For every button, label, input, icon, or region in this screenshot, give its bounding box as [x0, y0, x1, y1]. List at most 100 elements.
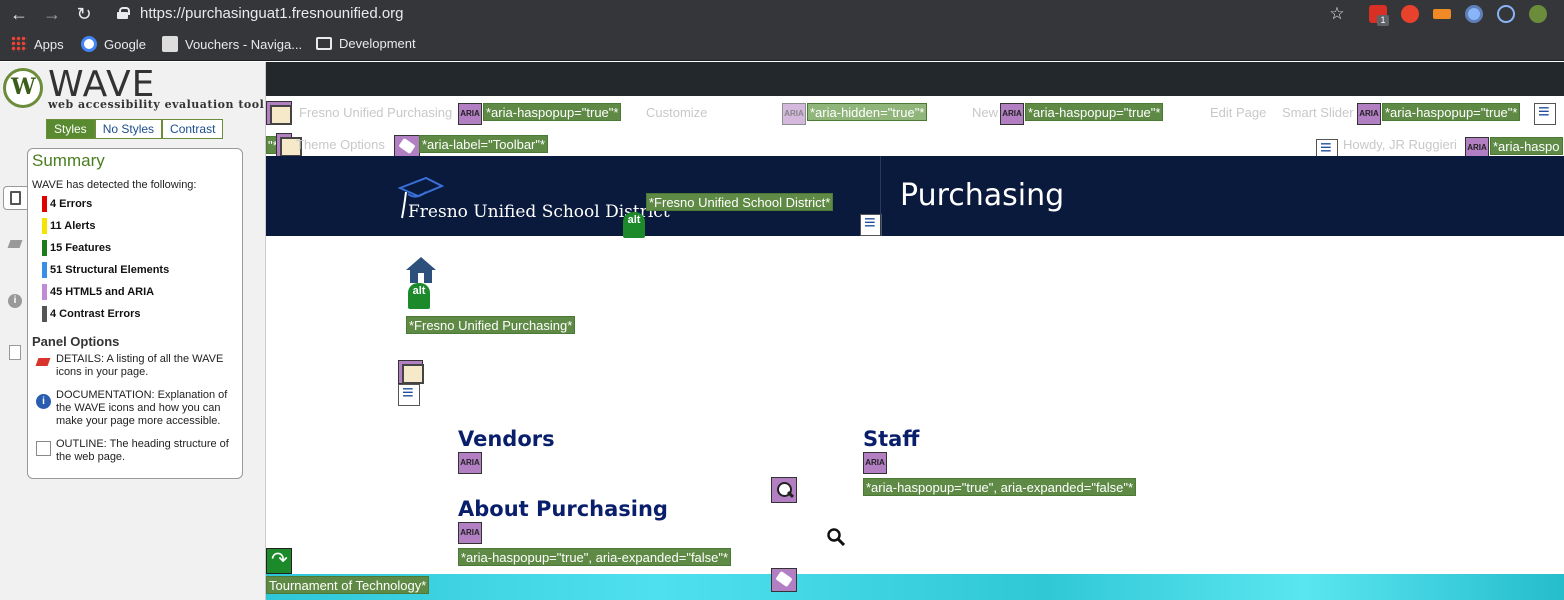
- list-structure-icon: [1534, 101, 1556, 125]
- forward-arrow-icon[interactable]: →: [42, 4, 62, 24]
- stop-hand-icon[interactable]: [1401, 5, 1419, 23]
- hero-slider[interactable]: [266, 574, 1564, 600]
- errors-color-bar: [42, 196, 47, 212]
- admin-smart-slider[interactable]: Smart Slider: [1282, 105, 1354, 120]
- aria-icon: ARIA: [458, 103, 482, 125]
- outline-document-icon-small: [36, 441, 51, 456]
- admin-new[interactable]: New: [972, 105, 998, 120]
- search-icon[interactable]: [827, 528, 845, 546]
- summary-title: Summary: [32, 151, 105, 170]
- documentation-info-icon-small: i: [36, 394, 51, 409]
- bookmarks-bar: Apps Google Vouchers - Naviga... Develop…: [0, 28, 1564, 61]
- bookmark-google[interactable]: Google: [81, 36, 146, 52]
- wave-subtitle: web accessibility evaluation tool: [48, 98, 265, 111]
- alt-text-icon: alt: [623, 212, 645, 238]
- bookmark-apps[interactable]: Apps: [11, 36, 64, 52]
- address-bar[interactable]: https://purchasinguat1.fresnounified.org: [140, 5, 404, 22]
- aria-icon: ARIA: [458, 452, 482, 474]
- tab-contrast[interactable]: Contrast: [162, 119, 224, 139]
- wave-view-tabs: Styles No Styles Contrast: [46, 119, 224, 139]
- annotation-purchasing-alt: *Fresno Unified Purchasing*: [406, 316, 576, 334]
- back-arrow-icon[interactable]: ←: [9, 4, 29, 24]
- page-icon: [162, 36, 178, 52]
- star-icon[interactable]: ☆: [1327, 4, 1347, 24]
- aria-icon-faded: ARIA: [782, 103, 806, 125]
- option-documentation[interactable]: DOCUMENTATION: Explanation of the WAVE i…: [56, 389, 234, 428]
- count-aria[interactable]: 45 HTML5 and ARIA: [42, 284, 154, 300]
- search-structure-icon: [771, 477, 797, 503]
- documentation-info-icon[interactable]: i: [6, 292, 24, 310]
- page-title: Purchasing: [900, 178, 1065, 213]
- aria-icon: ARIA: [458, 522, 482, 544]
- heading-staff[interactable]: Staff: [863, 427, 919, 451]
- reload-icon[interactable]: ↻: [74, 4, 94, 24]
- annotation-aria-hidden: *aria-hidden="true"*: [807, 103, 928, 121]
- annotation-staff-haspopup: *aria-haspopup="true", aria-expanded="fa…: [863, 478, 1137, 496]
- wave-window-icon-small: [276, 133, 302, 157]
- heading-about-purchasing[interactable]: About Purchasing: [458, 497, 668, 521]
- list-structure-icon: [398, 382, 420, 406]
- folder-icon: [316, 37, 332, 50]
- structural-color-bar: [42, 262, 47, 278]
- details-flag-icon[interactable]: [6, 238, 24, 256]
- annotation-about-haspopup: *aria-haspopup="true", aria-expanded="fa…: [458, 548, 732, 566]
- count-contrast[interactable]: 4 Contrast Errors: [42, 306, 140, 322]
- heading-vendors[interactable]: Vendors: [458, 427, 555, 451]
- tab-styles[interactable]: Styles: [46, 119, 95, 139]
- admin-bar-annotated: Fresno Unified Purchasing ARIA *aria-has…: [266, 96, 1564, 161]
- alt-text-icon: alt: [408, 283, 430, 309]
- alerts-color-bar: [42, 218, 47, 234]
- google-icon: [81, 36, 97, 52]
- browser-toolbar: ← → ↻ https://purchasinguat1.fresnounifi…: [0, 0, 1564, 28]
- site-header: Fresno Unified School District alt *Fres…: [266, 156, 1564, 238]
- extension-icon-blue[interactable]: [1465, 5, 1483, 23]
- count-structural[interactable]: 51 Structural Elements: [42, 262, 169, 278]
- summary-clipboard-icon[interactable]: [3, 186, 27, 210]
- tab-no-styles[interactable]: No Styles: [94, 119, 163, 139]
- react-icon[interactable]: [1497, 5, 1515, 23]
- admin-theme-options[interactable]: Theme Options: [296, 137, 385, 152]
- summary-detected-text: WAVE has detected the following:: [32, 179, 197, 191]
- list-structure-icon: [860, 212, 882, 236]
- option-outline[interactable]: OUTLINE: The heading structure of the we…: [56, 438, 234, 464]
- annotation-haspopup: *aria-haspopup="true"*: [1025, 103, 1164, 121]
- annotation-district-alt: *Fresno Unified School District*: [646, 193, 834, 211]
- wave-logo-icon: W: [3, 68, 43, 108]
- extension-icon-orange[interactable]: [1433, 9, 1451, 19]
- label-tag-icon: [771, 568, 797, 592]
- admin-bar-dark: [266, 62, 1564, 96]
- annotation-haspopup-truncated: *aria-haspo: [1490, 137, 1563, 155]
- annotation-haspopup: *aria-haspopup="true"*: [483, 103, 622, 121]
- skip-link-icon: [266, 547, 292, 574]
- aria-color-bar: [42, 284, 47, 300]
- option-details[interactable]: DETAILS: A listing of all the WAVE icons…: [56, 353, 234, 379]
- count-errors[interactable]: 4 Errors: [42, 196, 92, 212]
- header-divider: [880, 156, 881, 236]
- contrast-color-bar: [42, 306, 47, 322]
- aria-icon: ARIA: [1357, 103, 1381, 125]
- bookmark-development[interactable]: Development: [316, 36, 416, 51]
- admin-edit-page[interactable]: Edit Page: [1210, 105, 1266, 120]
- wave-window-icon: [266, 101, 292, 125]
- details-flag-icon-small: [35, 356, 51, 371]
- count-alerts[interactable]: 11 Alerts: [42, 218, 95, 234]
- bookmark-vouchers[interactable]: Vouchers - Naviga...: [162, 36, 302, 52]
- features-color-bar: [42, 240, 47, 256]
- outline-document-icon[interactable]: [6, 344, 24, 362]
- wave-window-icon: [398, 360, 424, 384]
- annotation-haspopup: *aria-haspopup="true"*: [1382, 103, 1521, 121]
- summary-panel: Summary WAVE has detected the following:…: [27, 148, 243, 479]
- lock-icon: [117, 7, 130, 19]
- panel-options-title: Panel Options: [32, 334, 120, 349]
- count-features[interactable]: 15 Features: [42, 240, 111, 256]
- page-content: Fresno Unified Purchasing ARIA *aria-has…: [266, 62, 1564, 600]
- admin-howdy[interactable]: Howdy, JR Ruggieri: [1343, 137, 1457, 152]
- annotation-toolbar: *aria-label="Toolbar"*: [419, 135, 549, 153]
- apps-grid-icon: [11, 36, 27, 52]
- aria-icon: ARIA: [863, 452, 887, 474]
- home-icon[interactable]: [406, 257, 436, 283]
- wave-extension-icon[interactable]: [1529, 5, 1547, 23]
- aria-icon: ARIA: [1000, 103, 1024, 125]
- admin-site-name[interactable]: Fresno Unified Purchasing: [299, 105, 452, 120]
- admin-customize[interactable]: Customize: [646, 105, 707, 120]
